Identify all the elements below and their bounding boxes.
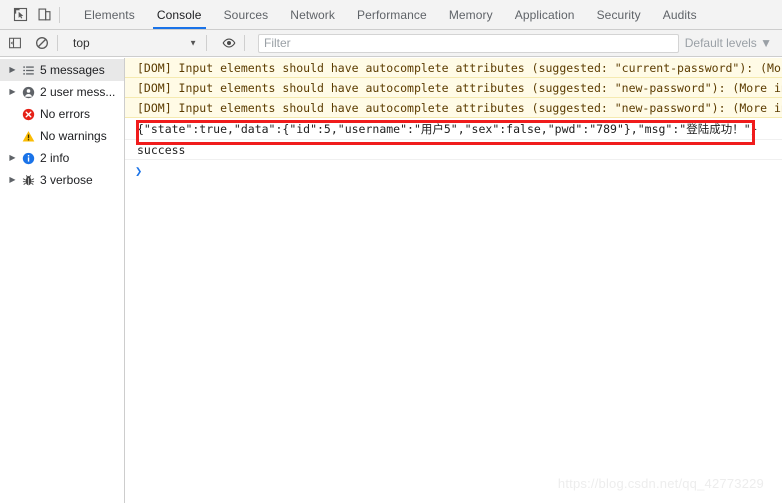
sidebar-item-user-messages[interactable]: ▶ 2 user mess... [0, 81, 124, 103]
expand-arrow-icon[interactable]: ▶ [6, 66, 19, 74]
tab-label: Sources [223, 7, 269, 22]
execution-context-value: top [73, 36, 90, 50]
tab-label: Performance [357, 7, 427, 22]
expand-arrow-icon[interactable]: ▶ [6, 176, 19, 184]
person-icon [19, 86, 38, 99]
console-message-warning[interactable]: [DOM] Input elements should have autocom… [125, 58, 782, 78]
live-expression-eye-icon[interactable] [217, 32, 241, 54]
tabbar-tool-icons [0, 0, 73, 29]
sidebar-item-verbose[interactable]: ▶ 3 verbose [0, 169, 124, 191]
sidebar-item-label: 3 verbose [40, 173, 93, 187]
tab-application[interactable]: Application [504, 0, 586, 29]
console-message-warning[interactable]: [DOM] Input elements should have autocom… [125, 98, 782, 118]
console-message-json-response[interactable]: {"state":true,"data":{"id":5,"username":… [125, 118, 782, 140]
tab-label: Security [596, 7, 641, 22]
tab-security[interactable]: Security [586, 0, 652, 29]
tab-label: Application [514, 7, 575, 22]
tabbar-divider [59, 6, 60, 23]
toolbar-divider-3 [244, 35, 245, 51]
expand-arrow-icon[interactable]: ▶ [6, 88, 19, 96]
tab-label: Elements [84, 7, 135, 22]
show-console-sidebar-icon[interactable] [3, 32, 27, 54]
tab-label: Console [156, 7, 202, 22]
inspect-element-icon[interactable] [8, 3, 32, 27]
tab-label: Network [290, 7, 336, 22]
info-icon [19, 152, 38, 165]
list-icon [19, 64, 38, 77]
tab-label: Audits [662, 7, 697, 22]
tab-performance[interactable]: Performance [346, 0, 438, 29]
tab-memory[interactable]: Memory [438, 0, 504, 29]
tab-label: Memory [448, 7, 493, 22]
clear-console-icon[interactable] [30, 32, 54, 54]
sidebar-item-errors[interactable]: ▶ No errors [0, 103, 124, 125]
devtools-panel-tabs: Elements Console Sources Network Perform… [73, 0, 708, 29]
tab-sources[interactable]: Sources [213, 0, 280, 29]
console-body: ▶ 5 messages ▶ 2 user mess... No errors … [0, 58, 782, 503]
sidebar-item-label: 2 user mess... [40, 85, 116, 99]
warning-icon [19, 130, 38, 143]
tab-elements[interactable]: Elements [73, 0, 146, 29]
console-prompt[interactable]: ❯ [125, 160, 782, 182]
filter-input[interactable]: Filter [258, 33, 679, 53]
tab-console[interactable]: Console [146, 0, 213, 29]
console-message-list[interactable]: [DOM] Input elements should have autocom… [125, 58, 782, 503]
sidebar-item-label: 5 messages [40, 63, 105, 77]
sidebar-item-label: No warnings [40, 129, 107, 143]
tab-network[interactable]: Network [279, 0, 346, 29]
expand-arrow-icon[interactable]: ▶ [6, 154, 19, 162]
toolbar-divider-1 [57, 35, 58, 51]
sidebar-item-warnings[interactable]: ▶ No warnings [0, 125, 124, 147]
devtools-tabbar: Elements Console Sources Network Perform… [0, 0, 782, 30]
console-message-warning[interactable]: [DOM] Input elements should have autocom… [125, 78, 782, 98]
log-levels-dropdown[interactable]: Default levels ▼ [685, 36, 782, 50]
execution-context-select[interactable]: top ▼ [73, 33, 203, 53]
devtools-window: Elements Console Sources Network Perform… [0, 0, 782, 503]
toolbar-divider-2 [206, 35, 207, 51]
console-message-success[interactable]: success [125, 140, 782, 160]
sidebar-item-info[interactable]: ▶ 2 info [0, 147, 124, 169]
filter-placeholder: Filter [264, 36, 291, 50]
watermark: https://blog.csdn.net/qq_42773229 [557, 476, 764, 491]
sidebar-item-messages[interactable]: ▶ 5 messages [0, 59, 124, 81]
console-sidebar: ▶ 5 messages ▶ 2 user mess... No errors … [0, 58, 125, 503]
bug-icon [19, 174, 38, 187]
error-icon [19, 108, 38, 121]
prompt-arrow-icon: ❯ [135, 164, 143, 178]
console-toolbar: top ▼ Filter Default levels ▼ [0, 30, 782, 57]
tab-audits[interactable]: Audits [652, 0, 708, 29]
chevron-down-icon: ▼ [189, 38, 197, 48]
device-toolbar-icon[interactable] [32, 3, 56, 27]
sidebar-item-label: No errors [40, 107, 91, 121]
sidebar-item-label: 2 info [40, 151, 70, 165]
